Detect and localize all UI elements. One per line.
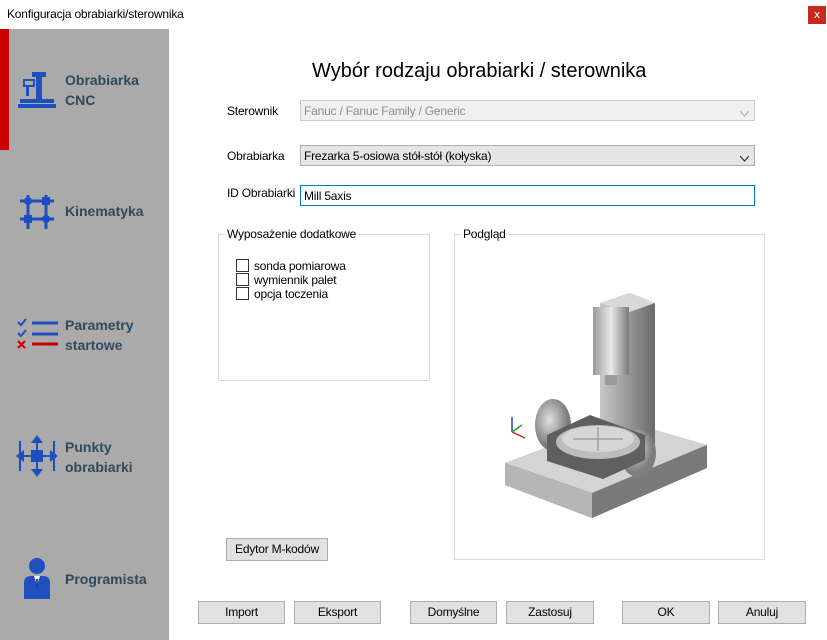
machine-id-input[interactable] bbox=[301, 186, 754, 205]
machine-id-label: ID Obrabiarki bbox=[227, 186, 296, 200]
sidebar-item-label: Obrabiarka CNC bbox=[65, 72, 139, 108]
user-icon bbox=[14, 555, 60, 601]
sidebar-item-kinematics[interactable]: Kinematyka bbox=[0, 183, 169, 263]
controller-select: Fanuc / Fanuc Family / Generic bbox=[300, 100, 755, 121]
machine-id-field[interactable] bbox=[300, 185, 755, 206]
machine-preview-image bbox=[505, 293, 707, 518]
checkbox-box[interactable] bbox=[236, 259, 249, 272]
sidebar-item-label: Programista bbox=[65, 571, 147, 587]
mcode-editor-button[interactable]: Edytor M-kodów bbox=[226, 538, 328, 561]
sidebar-item-label: Parametry startowe bbox=[65, 317, 134, 353]
machine-select-value: Frezarka 5-osiowa stół-stół (kołyska) bbox=[304, 149, 492, 163]
sidebar-item-start-parameters[interactable]: Parametry startowe bbox=[0, 305, 169, 385]
machine-label: Obrabiarka bbox=[227, 149, 285, 163]
cancel-button[interactable]: Anuluj bbox=[718, 601, 806, 624]
sidebar-item-cnc-machine[interactable]: Obrabiarka CNC bbox=[0, 60, 169, 140]
kinematics-icon bbox=[14, 189, 60, 235]
controller-label: Sterownik bbox=[227, 104, 278, 118]
apply-button[interactable]: Zastosuj bbox=[506, 601, 594, 624]
title-bar: Konfiguracja obrabiarki/sterownika x bbox=[0, 0, 827, 29]
checkbox-box[interactable] bbox=[236, 287, 249, 300]
equipment-legend: Wyposażenie dodatkowe bbox=[225, 227, 359, 241]
sidebar-item-label: Kinematyka bbox=[65, 203, 144, 219]
equipment-group: Wyposażenie dodatkowe sonda pomiarowa wy… bbox=[218, 227, 430, 381]
sidebar-item-label: Punkty obrabiarki bbox=[65, 439, 133, 475]
cnc-machine-icon bbox=[14, 66, 60, 112]
export-button[interactable]: Eksport bbox=[294, 601, 381, 624]
window-title: Konfiguracja obrabiarki/sterownika bbox=[7, 7, 184, 21]
close-button[interactable]: x bbox=[808, 6, 826, 24]
controller-select-value: Fanuc / Fanuc Family / Generic bbox=[304, 104, 466, 118]
sidebar: Obrabiarka CNC Kinematyka Parametry star… bbox=[0, 29, 169, 640]
move-points-icon bbox=[14, 433, 60, 479]
checklist-icon bbox=[14, 313, 60, 359]
sidebar-item-machine-points[interactable]: Punkty obrabiarki bbox=[0, 427, 169, 507]
ok-button[interactable]: OK bbox=[622, 601, 710, 624]
sidebar-item-programmer[interactable]: Programista bbox=[0, 549, 169, 629]
defaults-button[interactable]: Domyślne bbox=[410, 601, 497, 624]
checkbox-box[interactable] bbox=[236, 273, 249, 286]
machine-select[interactable]: Frezarka 5-osiowa stół-stół (kołyska) bbox=[300, 145, 755, 166]
checkbox-label: sonda pomiarowa bbox=[254, 259, 346, 273]
checkbox-label: opcja toczenia bbox=[254, 287, 328, 301]
checkbox-label: wymiennik palet bbox=[254, 273, 337, 287]
preview-group: Podgląd bbox=[454, 227, 765, 560]
chevron-down-icon[interactable] bbox=[739, 152, 750, 162]
chevron-down-icon bbox=[739, 107, 750, 117]
import-button[interactable]: Import bbox=[198, 601, 285, 624]
page-title: Wybór rodzaju obrabiarki / sterownika bbox=[312, 60, 647, 82]
